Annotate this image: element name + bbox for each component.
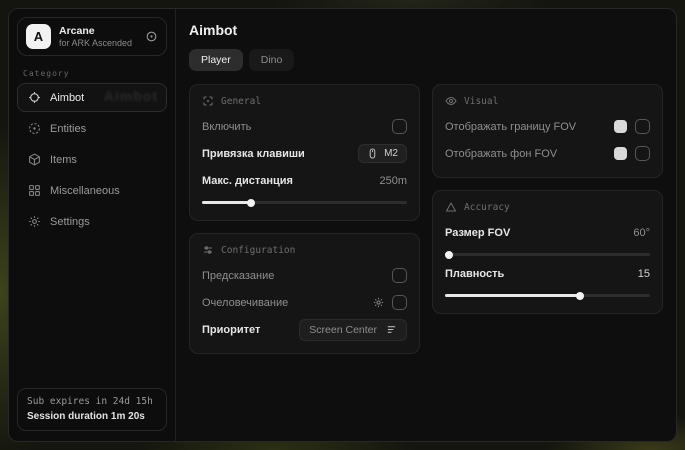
distance-slider-fill: [202, 201, 251, 204]
card-header-label: General: [221, 96, 261, 107]
humanize-row: Очеловечивание: [202, 290, 407, 315]
sidebar-item-label: Aimbot: [50, 92, 84, 104]
card-header-label: Configuration: [221, 245, 295, 256]
card-general-header: General: [202, 95, 407, 107]
app-name: Arcane: [59, 25, 132, 37]
smoothness-slider-thumb[interactable]: [576, 292, 584, 300]
smoothness-value: 15: [638, 268, 650, 280]
grid-icon: [28, 184, 41, 197]
subscription-info: Sub expires in 24d 15h Session duration …: [17, 388, 167, 431]
card-accuracy-header: Accuracy: [445, 201, 650, 213]
left-column: General Включить Привязка клавиши: [189, 84, 420, 354]
fov-bg-checkbox[interactable]: [635, 146, 650, 161]
card-accuracy: Accuracy Размер FOV 60° Плавность 15: [432, 190, 663, 314]
fov-border-checkbox[interactable]: [635, 119, 650, 134]
humanize-label: Очеловечивание: [202, 297, 288, 309]
distance-label: Макс. дистанция: [202, 175, 293, 187]
fov-size-row: Размер FOV 60°: [445, 220, 650, 245]
card-header-label: Visual: [464, 96, 498, 107]
enable-checkbox[interactable]: [392, 119, 407, 134]
card-visual: Visual Отображать границу FOV Отображать…: [432, 84, 663, 178]
card-general: General Включить Привязка клавиши: [189, 84, 420, 221]
app-window: A Arcane for ARK Ascended Category Aimbo…: [8, 8, 677, 442]
session-duration-text: Session duration 1m 20s: [27, 411, 157, 422]
aimbot-watermark: Aimbot: [104, 88, 158, 104]
cards-grid: General Включить Привязка клавиши: [189, 84, 663, 354]
priority-dropdown[interactable]: Screen Center: [299, 319, 407, 341]
sidebar-item-aimbot[interactable]: Aimbot Aimbot: [17, 83, 167, 112]
smoothness-slider[interactable]: [445, 294, 650, 297]
distance-slider-thumb[interactable]: [247, 199, 255, 207]
eye-icon: [445, 95, 457, 107]
keybind-row: Привязка клавиши M2: [202, 141, 407, 166]
triangle-icon: [445, 201, 457, 213]
sidebar-item-entities[interactable]: Entities: [17, 114, 167, 143]
fov-size-label: Размер FOV: [445, 227, 510, 239]
distance-row: Макс. дистанция 250m: [202, 168, 407, 193]
fov-size-slider[interactable]: [445, 253, 650, 256]
fov-border-row: Отображать границу FOV: [445, 114, 650, 139]
prediction-label: Предсказание: [202, 270, 274, 282]
gear-icon: [28, 215, 41, 228]
fov-bg-label: Отображать фон FOV: [445, 148, 557, 160]
smoothness-slider-fill: [445, 294, 580, 297]
fov-bg-row: Отображать фон FOV: [445, 141, 650, 166]
priority-row: Приоритет Screen Center: [202, 317, 407, 342]
sliders-icon: [202, 244, 214, 256]
fov-size-slider-fill: [445, 253, 449, 256]
prediction-row: Предсказание: [202, 263, 407, 288]
distance-value: 250m: [379, 175, 407, 187]
category-label: Category: [23, 69, 161, 78]
logo-card: A Arcane for ARK Ascended: [17, 17, 167, 56]
scan-icon: [202, 95, 214, 107]
distance-slider[interactable]: [202, 201, 407, 204]
sidebar-item-label: Settings: [50, 216, 90, 228]
keybind-label: Привязка клавиши: [202, 148, 305, 160]
enable-row: Включить: [202, 114, 407, 139]
mouse-icon: [367, 148, 378, 159]
target-icon[interactable]: [145, 30, 158, 43]
fov-border-label: Отображать границу FOV: [445, 121, 576, 133]
crosshair-icon: [28, 91, 41, 104]
priority-label: Приоритет: [202, 324, 260, 336]
right-column: Visual Отображать границу FOV Отображать…: [432, 84, 663, 314]
sidebar-item-label: Entities: [50, 123, 86, 135]
sub-expires-text: Sub expires in 24d 15h: [27, 396, 157, 407]
card-configuration: Configuration Предсказание Очеловечивани…: [189, 233, 420, 354]
sidebar-item-miscellaneous[interactable]: Miscellaneous: [17, 176, 167, 205]
sidebar-item-label: Items: [50, 154, 77, 166]
enable-label: Включить: [202, 121, 251, 133]
sidebar-item-items[interactable]: Items: [17, 145, 167, 174]
tab-dino[interactable]: Dino: [249, 49, 295, 71]
sidebar: A Arcane for ARK Ascended Category Aimbo…: [9, 9, 176, 441]
list-icon: [386, 324, 397, 335]
sidebar-nav: Aimbot Aimbot Entities Items: [17, 83, 167, 236]
main-content: Aimbot Player Dino General: [176, 9, 676, 441]
card-visual-header: Visual: [445, 95, 650, 107]
page-title: Aimbot: [189, 22, 663, 38]
box-icon: [28, 153, 41, 166]
smoothness-row: Плавность 15: [445, 261, 650, 286]
keybind-value: M2: [384, 148, 398, 159]
card-header-label: Accuracy: [464, 202, 510, 213]
fov-size-value: 60°: [633, 227, 650, 239]
tab-player[interactable]: Player: [189, 49, 243, 71]
humanize-settings-gear-icon[interactable]: [373, 297, 384, 308]
fov-bg-color-swatch[interactable]: [614, 147, 627, 160]
humanize-checkbox[interactable]: [392, 295, 407, 310]
sidebar-item-label: Miscellaneous: [50, 185, 120, 197]
priority-value: Screen Center: [309, 324, 377, 336]
smoothness-label: Плавность: [445, 268, 504, 280]
card-configuration-header: Configuration: [202, 244, 407, 256]
keybind-button[interactable]: M2: [358, 144, 407, 163]
prediction-checkbox[interactable]: [392, 268, 407, 283]
fov-size-slider-thumb[interactable]: [445, 251, 453, 259]
app-identity: Arcane for ARK Ascended: [59, 25, 132, 48]
tab-bar: Player Dino: [189, 49, 663, 71]
sidebar-item-settings[interactable]: Settings: [17, 207, 167, 236]
app-logo: A: [26, 24, 51, 49]
app-subtitle: for ARK Ascended: [59, 38, 132, 48]
fov-border-color-swatch[interactable]: [614, 120, 627, 133]
radar-icon: [28, 122, 41, 135]
